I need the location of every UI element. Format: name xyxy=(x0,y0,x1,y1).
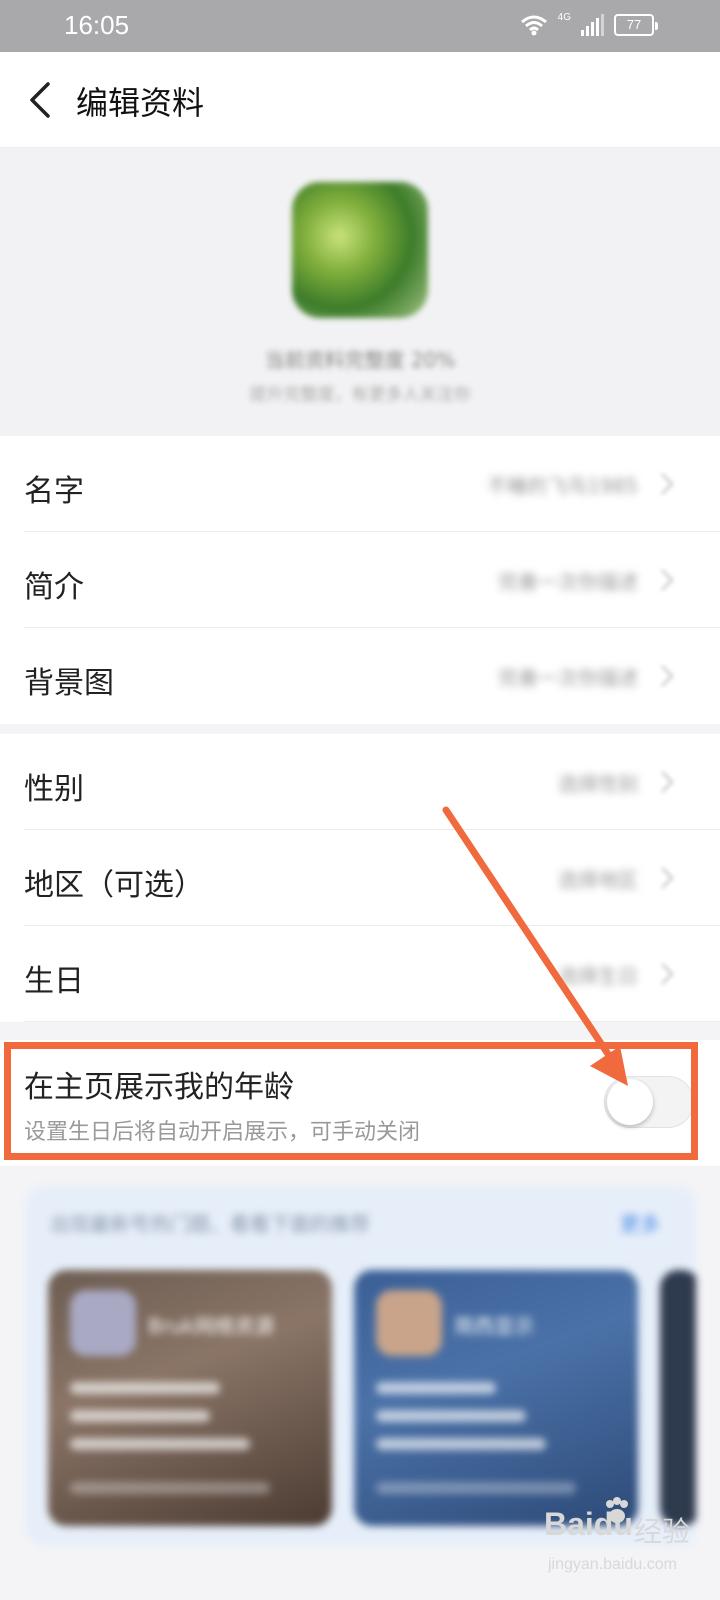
baidu-jingyan-watermark: Baidu 经验 jingyan.baidu.com xyxy=(544,1496,714,1592)
promo-card[interactable]: Bruk网络资源 xyxy=(48,1270,332,1526)
row-value: 选择生日 xyxy=(558,964,638,988)
card-text-line xyxy=(70,1482,270,1494)
status-time: 16:05 xyxy=(64,10,130,40)
card-text-line xyxy=(70,1410,210,1422)
row-value: 不睡的飞鸟1985 xyxy=(487,474,638,498)
row-gender[interactable]: 性别 选择性别 xyxy=(0,734,720,830)
battery-icon: 77 xyxy=(614,14,658,36)
card-text-line xyxy=(376,1438,546,1450)
card-avatar xyxy=(70,1290,136,1356)
card-text-line xyxy=(376,1482,576,1494)
row-label: 生日 xyxy=(24,964,84,999)
back-arrow-icon[interactable] xyxy=(22,76,62,124)
row-bio[interactable]: 简介 完善一次你描述 xyxy=(0,532,720,628)
row-label: 名字 xyxy=(24,474,84,509)
detail-info-group: 性别 选择性别 地区（可选） 选择地区 生日 选择生日 xyxy=(0,734,720,1022)
network-type: 4G xyxy=(557,11,571,23)
basic-info-group: 名字 不睡的飞鸟1985 简介 完善一次你描述 背景图 完善一次你描述 xyxy=(0,436,720,724)
avatar[interactable] xyxy=(292,182,428,318)
chevron-right-icon xyxy=(661,963,674,985)
recommendation-card: 出现最新号热门题、看看下面的推荐 更多 Bruk网络资源 简西显示 xyxy=(26,1186,696,1546)
row-value: 选择性别 xyxy=(558,772,638,796)
promo-card-partial[interactable] xyxy=(660,1270,696,1526)
watermark-jingyan: 经验 xyxy=(634,1515,691,1548)
row-value: 完善一次你描述 xyxy=(498,666,638,690)
row-birthday[interactable]: 生日 选择生日 xyxy=(0,926,720,1022)
row-label: 简介 xyxy=(24,570,84,605)
promo-more-link[interactable]: 更多 xyxy=(620,1208,660,1237)
chevron-right-icon xyxy=(661,665,674,687)
card-avatar xyxy=(376,1290,442,1356)
signal-icon xyxy=(581,14,604,36)
card-text-line xyxy=(70,1382,220,1394)
battery-level: 77 xyxy=(626,17,642,32)
row-label: 背景图 xyxy=(24,666,114,701)
card-text-line xyxy=(70,1438,250,1450)
watermark-logo: Baidu xyxy=(544,1506,633,1542)
row-background[interactable]: 背景图 完善一次你描述 xyxy=(0,628,720,724)
row-region[interactable]: 地区（可选） 选择地区 xyxy=(0,830,720,926)
chevron-right-icon xyxy=(661,569,674,591)
chevron-right-icon xyxy=(661,771,674,793)
row-value: 选择地区 xyxy=(558,868,638,892)
card-text-line xyxy=(376,1410,526,1422)
app-header: 编辑资料 xyxy=(0,52,720,148)
card-name: Bruk网络资源 xyxy=(148,1314,275,1338)
annotation-highlight-box xyxy=(4,1042,698,1160)
status-icons: 4G 77 xyxy=(520,11,658,36)
row-value: 完善一次你描述 xyxy=(498,570,638,594)
chevron-right-icon xyxy=(661,867,674,889)
profile-section: 当前资料完整度 20% 提升完整度，有更多人关注你 xyxy=(0,148,720,436)
promo-title: 出现最新号热门题、看看下面的推荐 xyxy=(50,1212,370,1236)
promo-card[interactable]: 简西显示 xyxy=(354,1270,638,1526)
row-name[interactable]: 名字 不睡的飞鸟1985 xyxy=(0,436,720,532)
status-bar: 16:05 4G 77 xyxy=(0,0,720,52)
watermark-url: jingyan.baidu.com xyxy=(548,1556,677,1573)
chevron-right-icon xyxy=(661,473,674,495)
divider xyxy=(24,1021,720,1022)
card-name: 简西显示 xyxy=(454,1314,534,1338)
profile-completion[interactable]: 当前资料完整度 20% xyxy=(0,344,720,373)
card-text-line xyxy=(376,1382,496,1394)
row-label: 地区（可选） xyxy=(24,868,204,903)
row-label: 性别 xyxy=(24,772,84,807)
wifi-icon xyxy=(520,15,547,36)
page-title: 编辑资料 xyxy=(76,84,205,122)
profile-hint: 提升完整度，有更多人关注你 xyxy=(249,385,471,405)
